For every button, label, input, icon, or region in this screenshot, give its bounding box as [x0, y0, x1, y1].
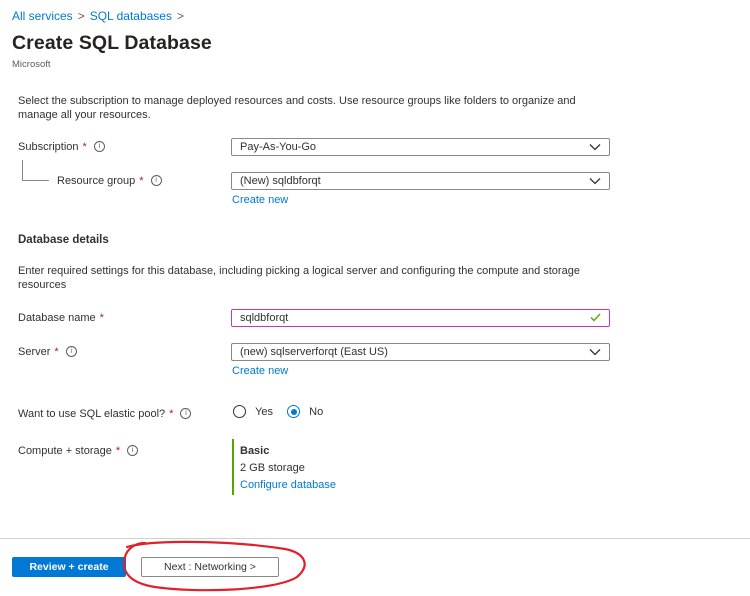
required-marker: *	[99, 312, 104, 324]
breadcrumb-separator: >	[176, 9, 184, 23]
publisher-label: Microsoft	[12, 59, 51, 70]
database-details-heading: Database details	[18, 234, 109, 246]
breadcrumb-separator: >	[77, 9, 85, 23]
elastic-pool-yes-label[interactable]: Yes	[255, 406, 273, 418]
create-new-server-link[interactable]: Create new	[232, 365, 288, 377]
breadcrumb: All services > SQL databases >	[12, 9, 189, 23]
required-marker: *	[82, 141, 87, 153]
tree-connector-vertical	[22, 160, 23, 180]
review-create-button[interactable]: Review + create	[12, 557, 126, 577]
info-icon[interactable]: i	[180, 407, 192, 419]
info-icon[interactable]: i	[150, 174, 162, 186]
page-title: Create SQL Database	[12, 32, 212, 54]
database-name-label-text: Database name	[18, 312, 96, 324]
elastic-pool-yes-radio[interactable]	[233, 405, 246, 418]
required-marker: *	[115, 445, 121, 457]
subscription-label-text: Subscription	[18, 141, 79, 153]
info-icon[interactable]: i	[93, 140, 105, 152]
project-intro: Select the subscription to manage deploy…	[18, 95, 576, 121]
elastic-pool-label: Want to use SQL elastic pool? * i	[18, 407, 192, 420]
required-marker: *	[139, 175, 144, 187]
chevron-down-icon	[589, 349, 601, 356]
info-icon[interactable]: i	[65, 345, 77, 357]
required-marker: *	[54, 346, 59, 358]
elastic-pool-label-text: Want to use SQL elastic pool?	[18, 408, 166, 420]
required-marker: *	[169, 408, 174, 420]
checkmark-icon	[590, 313, 601, 322]
annotation-circle	[122, 540, 306, 592]
compute-storage-label-text: Compute + storage	[18, 445, 112, 457]
subscription-label: Subscription * i	[18, 140, 105, 153]
tree-connector-horizontal	[22, 180, 49, 181]
resource-group-label: Resource group * i	[57, 174, 162, 187]
resource-group-value: (New) sqldbforqt	[240, 175, 321, 187]
server-value: (new) sqlserverforqt (East US)	[240, 346, 388, 358]
compute-tier: Basic	[240, 445, 270, 457]
info-icon[interactable]: i	[127, 444, 139, 456]
database-details-intro: Enter required settings for this databas…	[18, 265, 580, 291]
elastic-pool-no-radio[interactable]	[287, 405, 301, 418]
footer-divider	[0, 538, 750, 539]
database-name-label: Database name *	[18, 312, 104, 324]
breadcrumb-sql-databases[interactable]: SQL databases	[90, 9, 172, 23]
server-select[interactable]: (new) sqlserverforqt (East US)	[231, 343, 610, 361]
elastic-pool-no-label[interactable]: No	[309, 406, 323, 418]
subscription-value: Pay-As-You-Go	[240, 141, 317, 153]
compute-storage-label: Compute + storage * i	[18, 444, 139, 457]
database-name-input[interactable]: sqldbforqt	[231, 309, 610, 327]
server-label-text: Server	[18, 346, 51, 358]
compute-summary-bar	[232, 439, 234, 495]
breadcrumb-all-services[interactable]: All services	[12, 9, 73, 23]
resource-group-select[interactable]: (New) sqldbforqt	[231, 172, 610, 190]
create-new-resource-group-link[interactable]: Create new	[232, 194, 288, 206]
server-label: Server * i	[18, 345, 77, 358]
subscription-select[interactable]: Pay-As-You-Go	[231, 138, 610, 156]
database-name-value: sqldbforqt	[240, 312, 289, 324]
compute-storage-size: 2 GB storage	[240, 462, 305, 474]
chevron-down-icon	[589, 178, 601, 185]
chevron-down-icon	[589, 144, 601, 151]
elastic-pool-radio-group: Yes No	[233, 405, 323, 418]
configure-database-link[interactable]: Configure database	[240, 479, 336, 491]
resource-group-label-text: Resource group	[57, 175, 136, 187]
